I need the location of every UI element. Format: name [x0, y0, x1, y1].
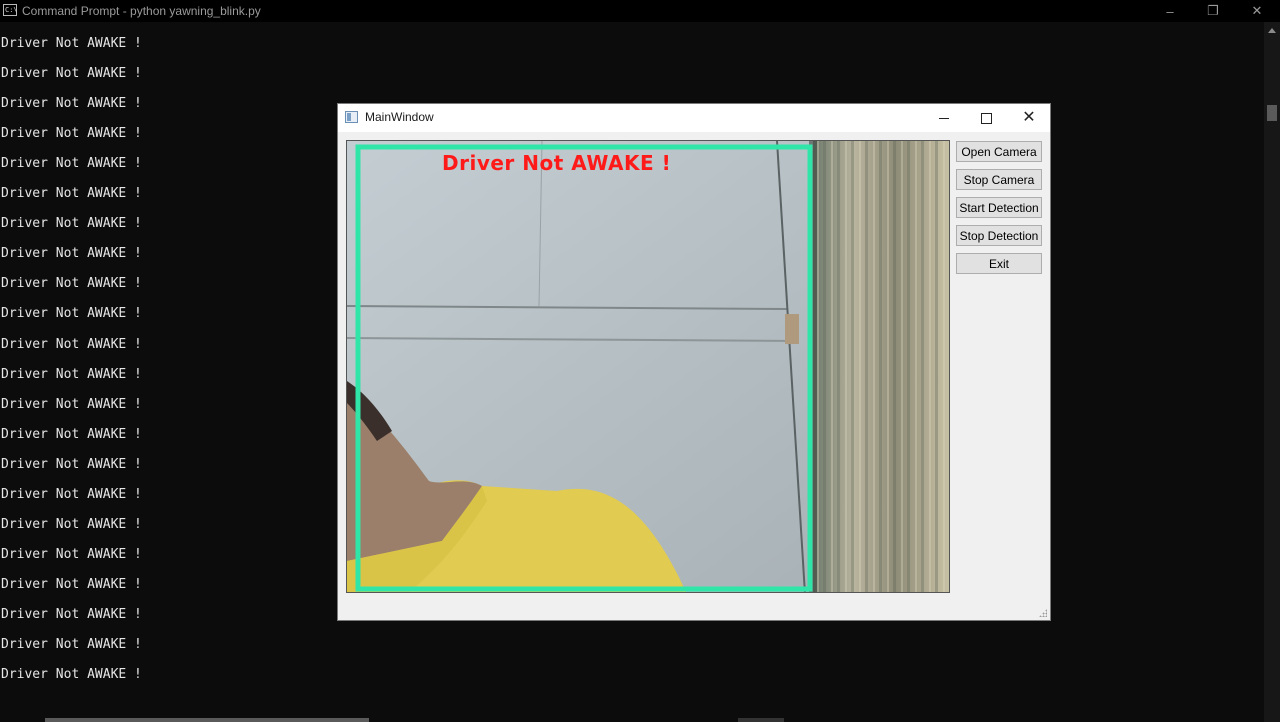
console-line: Driver Not AWAKE !: [1, 396, 142, 412]
start-detection-button[interactable]: Start Detection: [956, 197, 1042, 218]
console-line: Driver Not AWAKE !: [1, 456, 142, 472]
minimize-button[interactable]: [923, 104, 965, 132]
stop-camera-button[interactable]: Stop Camera: [956, 169, 1042, 190]
console-line: Driver Not AWAKE !: [1, 486, 142, 502]
console-window-title: Command Prompt - python yawning_blink.py: [22, 4, 261, 18]
console-line: Driver Not AWAKE !: [1, 546, 142, 562]
camera-frame-image: [347, 141, 949, 592]
console-line: Driver Not AWAKE !: [1, 36, 142, 51]
console-line: Driver Not AWAKE !: [1, 667, 142, 683]
video-alert-text: Driver Not AWAKE !: [442, 151, 672, 175]
console-line: Driver Not AWAKE !: [1, 96, 142, 112]
minimize-icon: [939, 117, 949, 119]
resize-grip-icon[interactable]: [1039, 609, 1047, 617]
console-line: Driver Not AWAKE !: [1, 637, 142, 652]
taskbar-edge: [738, 718, 784, 722]
console-line: Driver Not AWAKE !: [1, 126, 142, 142]
close-button[interactable]: ✕: [1008, 104, 1050, 132]
stop-detection-button[interactable]: Stop Detection: [956, 225, 1042, 246]
close-icon: ✕: [1022, 109, 1036, 126]
command-prompt-icon: C:\: [3, 4, 18, 16]
maximize-button[interactable]: [965, 104, 1007, 132]
console-vertical-scrollbar[interactable]: [1264, 22, 1280, 722]
console-line: Driver Not AWAKE !: [1, 426, 142, 442]
console-close-button[interactable]: ✕: [1234, 0, 1280, 22]
main-window-title: MainWindow: [365, 110, 434, 124]
console-line: Driver Not AWAKE !: [1, 366, 142, 382]
console-titlebar: C:\ Command Prompt - python yawning_blin…: [0, 0, 1280, 22]
console-line: Driver Not AWAKE !: [1, 336, 142, 352]
app-window-icon: [345, 111, 358, 123]
scroll-thumb[interactable]: [1267, 105, 1277, 121]
console-line: Driver Not AWAKE !: [1, 516, 142, 532]
open-camera-button[interactable]: Open Camera: [956, 141, 1042, 162]
camera-feed: Driver Not AWAKE !: [346, 140, 950, 593]
console-line: Driver Not AWAKE !: [1, 186, 142, 202]
maximize-icon: [980, 112, 992, 124]
main-window: MainWindow ✕ Driver Not AWAKE ! Open Cam…: [337, 103, 1051, 621]
console-line: Driver Not AWAKE !: [1, 306, 142, 322]
scroll-up-arrow-icon[interactable]: [1268, 28, 1276, 33]
horizontal-scroll-thumb[interactable]: [45, 718, 369, 722]
console-minimize-button[interactable]: –: [1147, 0, 1193, 22]
exit-button[interactable]: Exit: [956, 253, 1042, 274]
console-line: Driver Not AWAKE !: [1, 246, 142, 262]
console-restore-button[interactable]: ❐: [1190, 0, 1236, 22]
console-line: Driver Not AWAKE !: [1, 276, 142, 292]
console-line: Driver Not AWAKE !: [1, 156, 142, 172]
console-line: Driver Not AWAKE !: [1, 606, 142, 622]
main-window-titlebar[interactable]: MainWindow ✕: [338, 104, 1050, 132]
console-line: Driver Not AWAKE !: [1, 66, 142, 82]
console-line: Driver Not AWAKE !: [1, 216, 142, 232]
console-line: Driver Not AWAKE !: [1, 576, 142, 592]
